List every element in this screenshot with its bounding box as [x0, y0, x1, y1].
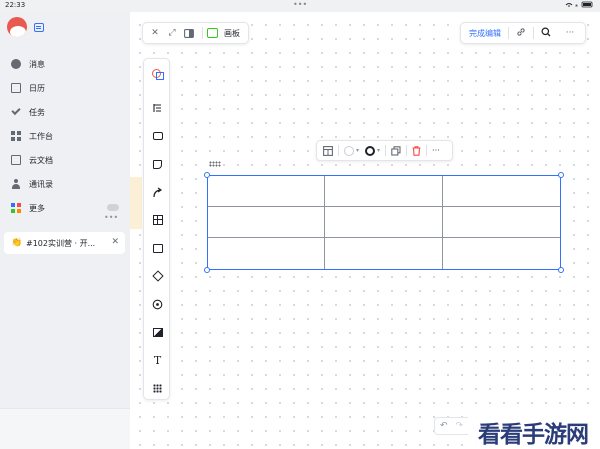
sidebar-item-messages[interactable]: 消息: [0, 52, 130, 76]
recent-chat-tab[interactable]: 👏 #102实训营 · 开... ✕: [4, 232, 125, 254]
table-cell[interactable]: [443, 238, 560, 269]
board-icon: [207, 28, 218, 38]
multitask-dots[interactable]: •••: [293, 0, 307, 9]
sidebar-item-workplace[interactable]: 工作台: [0, 124, 130, 148]
sidebar-item-label: 消息: [29, 59, 45, 69]
more-grid-icon[interactable]: [144, 379, 171, 397]
svg-text:⁎: ⁎: [575, 2, 578, 8]
workplace-icon: [11, 131, 21, 141]
resize-handle[interactable]: [558, 172, 564, 178]
table-cell[interactable]: [208, 176, 326, 207]
duplicate-icon[interactable]: [391, 140, 401, 161]
border-color-button[interactable]: ▾: [365, 140, 380, 161]
sidebar-item-tasks[interactable]: 任务: [0, 100, 130, 124]
more-apps-icon: [11, 203, 21, 213]
battery-wifi-icon: ⁎: [565, 1, 593, 9]
watermark-logo: 看看手游网: [468, 416, 598, 448]
redo-icon[interactable]: ↷: [456, 421, 464, 431]
board-table[interactable]: [204, 172, 564, 273]
more-icon[interactable]: ···: [558, 28, 582, 38]
sidebar-item-label: 通讯录: [29, 179, 53, 189]
table-cell[interactable]: [325, 176, 443, 207]
fill-color-icon: [344, 145, 354, 156]
toolbar-divider: [202, 27, 203, 39]
contacts-icon: [11, 179, 21, 189]
tool-palette: T: [143, 58, 170, 400]
table-cell[interactable]: [208, 207, 326, 238]
table-style-icon[interactable]: [323, 140, 333, 161]
message-icon: [11, 59, 21, 69]
sidebar-item-calendar[interactable]: 日历: [0, 76, 130, 100]
toolbar-divider: [385, 145, 387, 156]
recent-chat-label: #102实训营 · 开...: [26, 238, 96, 248]
table-cell[interactable]: [325, 238, 443, 269]
delete-icon[interactable]: [412, 140, 421, 161]
connector-arrow-icon[interactable]: [144, 183, 171, 201]
more-icon[interactable]: ···: [432, 140, 440, 161]
undo-icon[interactable]: ↶: [440, 421, 448, 431]
sidebar-bottom-pane: [0, 408, 130, 449]
sidebar-item-label: 工作台: [29, 131, 53, 141]
image-icon[interactable]: [144, 323, 171, 341]
toolbar-divider: [406, 145, 408, 156]
link-icon[interactable]: [509, 27, 533, 40]
text-icon[interactable]: T: [144, 351, 171, 369]
watermark-text: 看看手游网: [478, 421, 589, 448]
frame-icon[interactable]: [144, 239, 171, 257]
sticky-note-icon[interactable]: [144, 155, 171, 173]
toolbar-divider: [338, 145, 339, 156]
board-title: 画板: [224, 28, 240, 38]
stamp-icon[interactable]: [144, 295, 171, 313]
mindmap-icon[interactable]: [144, 99, 171, 117]
sidebar: 消息 日历 任务 工作台 云文档 通讯录 更多: [0, 12, 130, 449]
compose-icon[interactable]: [34, 23, 44, 32]
sidebar-item-label: 更多: [29, 203, 45, 213]
more-toggle[interactable]: [107, 204, 119, 211]
calendar-icon: [11, 83, 21, 93]
resize-handle[interactable]: [558, 267, 564, 273]
sidebar-separator[interactable]: •••: [104, 213, 118, 222]
expand-icon[interactable]: ⤢: [166, 27, 178, 39]
status-indicators: ⁎: [564, 1, 594, 10]
status-time: 22:33: [5, 1, 26, 9]
search-icon[interactable]: [534, 27, 558, 40]
sidebar-item-docs[interactable]: 云文档: [0, 148, 130, 172]
table-icon[interactable]: [144, 211, 171, 229]
sidebar-toggle-icon[interactable]: [183, 27, 195, 39]
sidebar-item-label: 云文档: [29, 155, 53, 165]
drag-handle-icon[interactable]: [209, 161, 221, 167]
clap-emoji-icon: 👏: [11, 238, 23, 248]
table-grid: [208, 176, 560, 269]
table-cell[interactable]: [208, 238, 326, 269]
resize-handle[interactable]: [204, 172, 210, 178]
table-cell[interactable]: [325, 207, 443, 238]
chevron-down-icon: ▾: [356, 147, 360, 154]
eraser-icon[interactable]: [144, 267, 171, 285]
finish-editing-button[interactable]: 完成编辑: [461, 28, 508, 39]
side-highlight-tab: [130, 177, 142, 229]
fill-color-button[interactable]: ▾: [344, 140, 359, 161]
table-cell[interactable]: [442, 176, 560, 207]
status-bar: 22:33 ••• ⁎: [0, 0, 600, 12]
close-icon[interactable]: ✕: [111, 237, 119, 247]
toolbar-divider: [426, 145, 428, 156]
sidebar-nav: 消息 日历 任务 工作台 云文档 通讯录 更多: [0, 52, 130, 220]
close-board-button[interactable]: ✕: [149, 27, 161, 39]
task-check-icon: [11, 107, 21, 117]
cloud-doc-icon: [11, 155, 21, 165]
sidebar-item-contacts[interactable]: 通讯录: [0, 172, 130, 196]
sidebar-item-label: 日历: [29, 83, 45, 93]
rectangle-icon[interactable]: [144, 127, 171, 145]
table-cell[interactable]: [442, 207, 560, 238]
shapes-icon[interactable]: [144, 65, 171, 83]
sidebar-item-label: 任务: [29, 107, 45, 117]
board-toolbar-right: 完成编辑 ···: [460, 22, 586, 44]
border-color-icon: [365, 145, 376, 156]
table-toolbar: ▾ ▾ ···: [316, 140, 453, 161]
chevron-down-icon: ▾: [377, 147, 381, 154]
board-toolbar-left: ✕ ⤢ 画板: [142, 22, 249, 44]
avatar[interactable]: [7, 17, 27, 37]
resize-handle[interactable]: [204, 267, 210, 273]
